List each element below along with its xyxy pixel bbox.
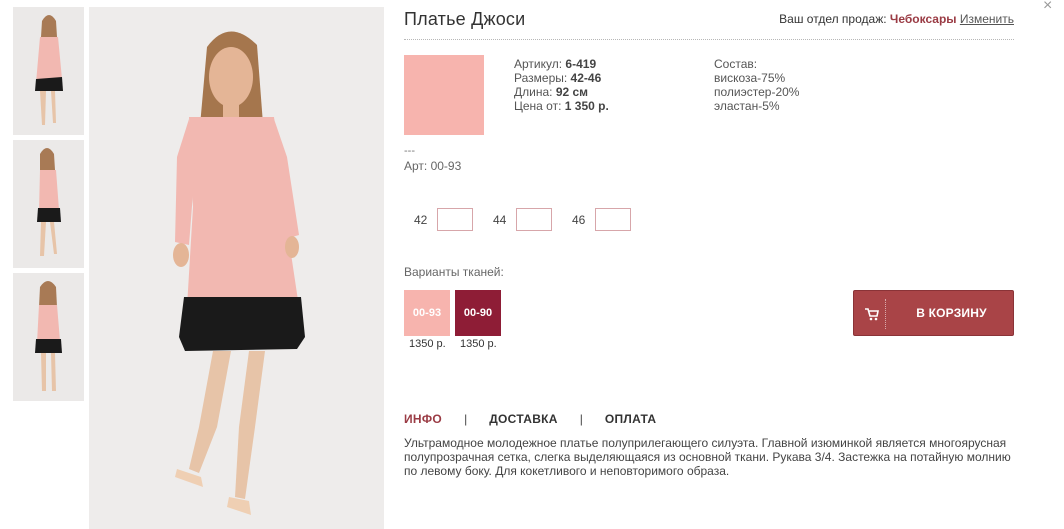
add-to-cart-label: В КОРЗИНУ xyxy=(916,306,987,320)
thumbnail-front[interactable] xyxy=(13,7,84,135)
composition-label: Состав: xyxy=(714,57,758,71)
sales-region: Ваш отдел продаж: Чебоксары Изменить xyxy=(779,12,1014,26)
variant-price: 1350 р. xyxy=(409,338,446,350)
quantity-input-42[interactable] xyxy=(437,208,473,231)
product-specs: Артикул: 6-419 Размеры: 42-46 Длина: 92 … xyxy=(514,57,609,113)
thumbnail-side[interactable] xyxy=(13,140,84,268)
tab-info[interactable]: ИНФО xyxy=(404,412,442,426)
product-title: Платье Джоси xyxy=(404,9,526,29)
thumbnail-back[interactable] xyxy=(13,273,84,401)
divider xyxy=(404,39,1014,40)
region-city: Чебоксары xyxy=(889,12,957,26)
add-to-cart-button[interactable]: В КОРЗИНУ xyxy=(853,290,1014,336)
product-panel: Платье Джоси Ваш отдел продаж: Чебоксары… xyxy=(404,0,1014,529)
article-value: 6-419 xyxy=(565,57,597,71)
swatch-dashes: --- xyxy=(404,145,415,157)
length-value: 92 см xyxy=(555,85,589,99)
button-separator xyxy=(885,299,886,329)
sizes-value: 42-46 xyxy=(570,71,602,85)
region-label: Ваш отдел продаж: xyxy=(779,12,887,26)
composition-item: эластан-5% xyxy=(714,99,780,113)
size-label-42: 42 xyxy=(414,212,428,227)
product-description: Ультрамодное молодежное платье полуприле… xyxy=(404,436,1011,478)
composition-item: полиэстер-20% xyxy=(714,85,800,99)
cart-icon xyxy=(865,308,879,321)
fabric-variant-00-93[interactable]: 00-93 xyxy=(404,290,450,336)
size-quantity-row: 42 44 46 xyxy=(414,208,651,231)
price-label: Цена от: xyxy=(514,99,562,113)
fabric-variants-label: Варианты тканей: xyxy=(404,265,504,279)
size-label-46: 46 xyxy=(572,212,586,227)
tab-separator: | xyxy=(464,412,468,426)
tab-payment[interactable]: ОПЛАТА xyxy=(605,412,657,426)
composition-item: вискоза-75% xyxy=(714,71,786,85)
size-label-44: 44 xyxy=(493,212,507,227)
fabric-variant-00-90[interactable]: 00-90 xyxy=(455,290,501,336)
main-product-photo[interactable] xyxy=(89,7,384,529)
article-label: Артикул: xyxy=(514,57,563,71)
price-value: 1 350 р. xyxy=(564,99,609,113)
close-icon[interactable]: × xyxy=(1043,0,1052,15)
fabric-article: Арт: 00-93 xyxy=(404,159,462,173)
selected-fabric-swatch xyxy=(404,55,484,135)
info-tabs: ИНФО | ДОСТАВКА | ОПЛАТА xyxy=(404,412,656,426)
composition: Состав: вискоза-75% полиэстер-20% эласта… xyxy=(714,57,799,113)
tab-delivery[interactable]: ДОСТАВКА xyxy=(489,412,558,426)
quantity-input-46[interactable] xyxy=(595,208,631,231)
quantity-input-44[interactable] xyxy=(516,208,552,231)
length-label: Длина: xyxy=(514,85,553,99)
sizes-label: Размеры: xyxy=(514,71,568,85)
variant-price: 1350 р. xyxy=(460,338,497,350)
thumbnail-list xyxy=(13,7,84,406)
region-change-link[interactable]: Изменить xyxy=(960,12,1014,26)
tab-separator: | xyxy=(579,412,583,426)
